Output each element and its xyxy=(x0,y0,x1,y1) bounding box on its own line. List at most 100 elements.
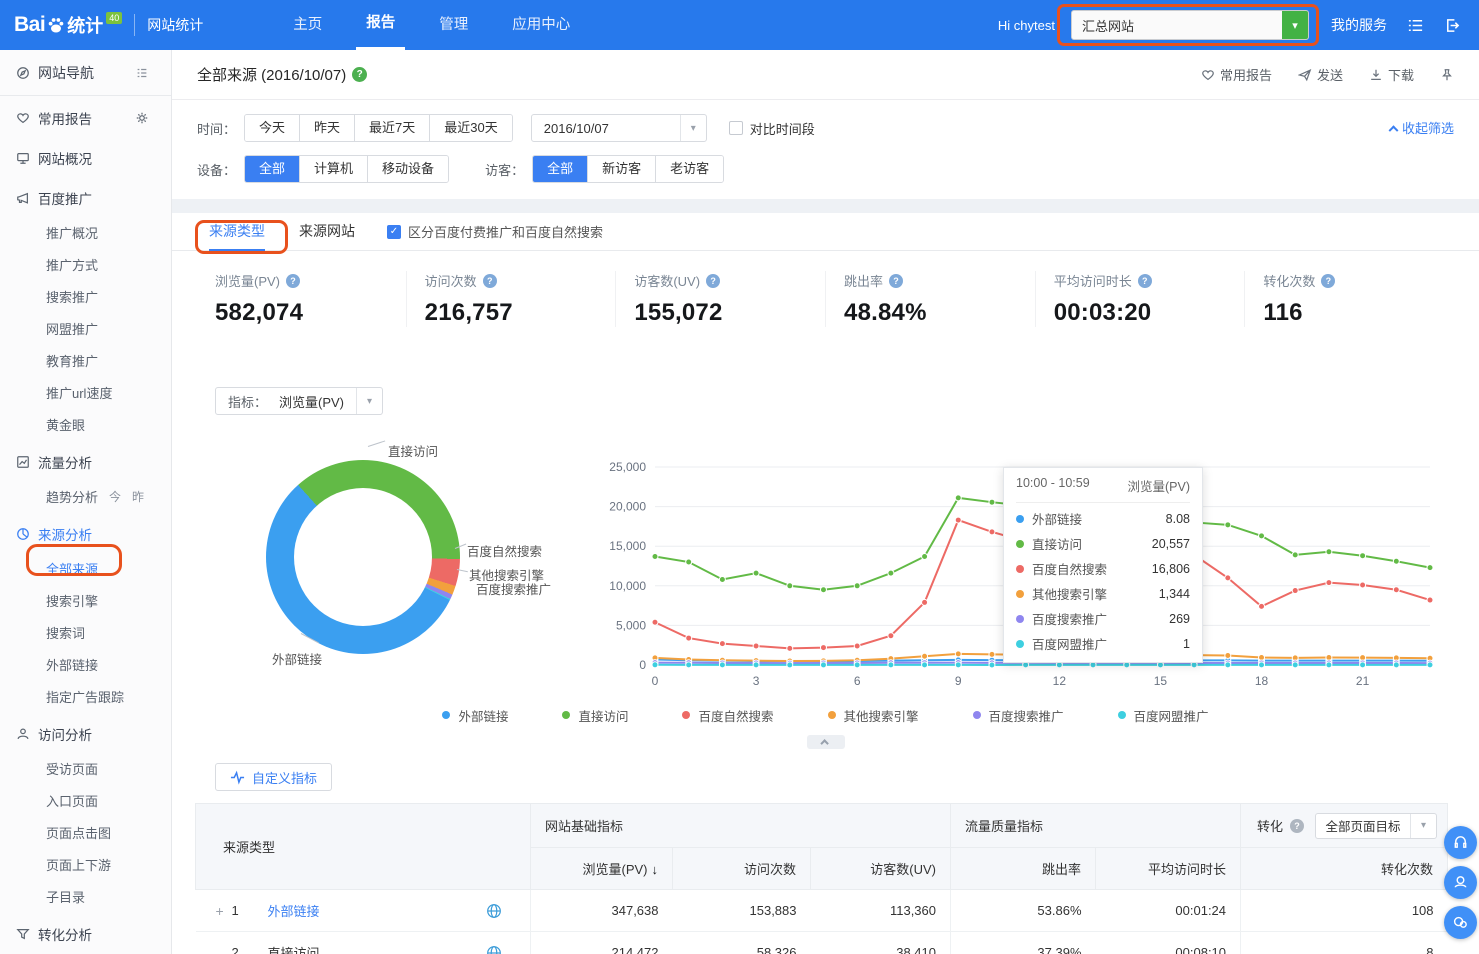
time-option-yesterday[interactable]: 昨天 xyxy=(299,115,354,141)
time-option-30days[interactable]: 最近30天 xyxy=(429,115,511,141)
col-conversions[interactable]: 转化次数 xyxy=(1241,848,1448,890)
sidebar-item-site-overview[interactable]: 网站概况 xyxy=(0,140,171,176)
checkbox-checked[interactable] xyxy=(387,225,401,239)
legend-other-search[interactable]: 其他搜索引擎 xyxy=(828,706,919,725)
device-option-all[interactable]: 全部 xyxy=(245,156,299,182)
pin-report-button[interactable] xyxy=(1440,68,1454,82)
sidebar-item-label: 访问分析 xyxy=(38,724,92,744)
sidebar-item-favorites[interactable]: 常用报告 xyxy=(0,100,171,136)
send-report-button[interactable]: 发送 xyxy=(1298,65,1343,84)
source-link[interactable]: 外部链接 xyxy=(268,901,320,920)
sidebar-item-conversion-analysis[interactable]: 转化分析 xyxy=(0,916,171,952)
col-avg-duration[interactable]: 平均访问时长 xyxy=(1096,848,1241,890)
collapse-chart-button[interactable] xyxy=(807,735,845,749)
sidebar-item-search-terms[interactable]: 搜索词 xyxy=(0,616,171,648)
sidebar-item-external-links[interactable]: 外部链接 xyxy=(0,648,171,680)
baidu-logo[interactable]: Bai 统计 40 xyxy=(0,12,122,38)
sidebar-item-promo-url-speed[interactable]: 推广url速度 xyxy=(0,376,171,408)
legend-external[interactable]: 外部链接 xyxy=(442,706,508,725)
sidebar-item-promo-method[interactable]: 推广方式 xyxy=(0,248,171,280)
sidebar-item-page-flow[interactable]: 页面上下游 xyxy=(0,848,171,880)
sidebar-item-subdirectory[interactable]: 子目录 xyxy=(0,880,171,912)
sidebar-item-source-analysis[interactable]: 来源分析 xyxy=(0,516,171,552)
visitor-option-all[interactable]: 全部 xyxy=(533,156,587,182)
collapse-sidebar-icon[interactable] xyxy=(135,66,149,80)
col-uv[interactable]: 访客数(UV) xyxy=(811,848,951,890)
trend-yesterday-link[interactable]: 昨 xyxy=(132,488,144,505)
series-dot xyxy=(973,711,981,719)
source-share-donut-chart[interactable] xyxy=(266,460,460,654)
my-services-link[interactable]: 我的服务 xyxy=(1331,15,1387,35)
device-option-mobile[interactable]: 移动设备 xyxy=(367,156,448,182)
conversion-goal-select[interactable]: 全部页面目标 ▾ xyxy=(1315,813,1437,839)
download-report-button[interactable]: 下载 xyxy=(1369,65,1414,84)
help-icon[interactable]: ? xyxy=(889,274,903,288)
title-help-icon[interactable]: ? xyxy=(352,67,367,82)
date-picker[interactable]: 2016/10/07 ▾ xyxy=(531,114,707,142)
help-icon[interactable]: ? xyxy=(1321,274,1335,288)
help-icon[interactable]: ? xyxy=(706,274,720,288)
site-selector[interactable]: 汇总网站 ▾ xyxy=(1071,10,1309,40)
help-icon[interactable]: ? xyxy=(1290,819,1304,833)
sidebar-item-trend-analysis[interactable]: 趋势分析 今 昨 xyxy=(0,480,171,512)
svg-text:5,000: 5,000 xyxy=(616,618,646,632)
compare-period-checkbox[interactable]: 对比时间段 xyxy=(729,119,815,138)
site-selector-caret-icon[interactable]: ▾ xyxy=(1282,10,1308,40)
sidebar-item-ad-tracking[interactable]: 指定广告跟踪 xyxy=(0,680,171,712)
sidebar-item-search-engines[interactable]: 搜索引擎 xyxy=(0,584,171,616)
globe-icon[interactable] xyxy=(486,903,502,919)
sidebar-item-all-sources[interactable]: 全部来源 xyxy=(0,552,171,584)
legend-direct[interactable]: 直接访问 xyxy=(562,706,628,725)
expand-row-icon[interactable]: + xyxy=(216,903,232,919)
distinguish-checkbox[interactable]: 区分百度付费推广和百度自然搜索 xyxy=(387,222,603,241)
globe-icon[interactable] xyxy=(486,945,502,954)
gear-icon[interactable] xyxy=(135,111,149,125)
sidebar-item-baidu-promo[interactable]: 百度推广 xyxy=(0,180,171,216)
sidebar-item-search-promo[interactable]: 搜索推广 xyxy=(0,280,171,312)
svg-text:15: 15 xyxy=(1154,674,1168,688)
col-pv-sortable[interactable]: 浏览量(PV)↓ xyxy=(531,848,673,890)
help-icon[interactable]: ? xyxy=(483,274,497,288)
sidebar-item-edu-promo[interactable]: 教育推广 xyxy=(0,344,171,376)
tab-source-type[interactable]: 来源类型 xyxy=(209,213,265,251)
nav-home[interactable]: 主页 xyxy=(283,0,332,50)
chart-metric-select[interactable]: 指标： 浏览量(PV) ▾ xyxy=(215,387,383,415)
sort-desc-icon: ↓ xyxy=(652,862,659,877)
metric-avg-duration: 平均访问时长? 00:03:20 xyxy=(1035,271,1245,327)
help-icon[interactable]: ? xyxy=(286,274,300,288)
visitor-option-returning[interactable]: 老访客 xyxy=(655,156,723,182)
favorite-report-button[interactable]: 常用报告 xyxy=(1201,65,1272,84)
sidebar-item-network-promo[interactable]: 网盟推广 xyxy=(0,312,171,344)
col-visits[interactable]: 访问次数 xyxy=(673,848,811,890)
device-option-pc[interactable]: 计算机 xyxy=(299,156,367,182)
checkbox-unchecked[interactable] xyxy=(729,121,743,135)
legend-organic[interactable]: 百度自然搜索 xyxy=(682,706,773,725)
collapse-filter-button[interactable]: 收起筛选 xyxy=(1390,118,1454,137)
sidebar-item-traffic-analysis[interactable]: 流量分析 xyxy=(0,444,171,480)
nav-report[interactable]: 报告 xyxy=(356,0,405,50)
trend-today-link[interactable]: 今 xyxy=(109,488,121,505)
logout-icon[interactable] xyxy=(1444,17,1461,34)
custom-metric-button[interactable]: 自定义指标 xyxy=(215,763,332,791)
sidebar-item-page-click-map[interactable]: 页面点击图 xyxy=(0,816,171,848)
time-option-7days[interactable]: 最近7天 xyxy=(354,115,429,141)
sidebar-item-golden-eye[interactable]: 黄金眼 xyxy=(0,408,171,440)
wechat-service-button[interactable] xyxy=(1444,906,1477,939)
sidebar-item-entry-pages[interactable]: 入口页面 xyxy=(0,784,171,816)
headset-service-button[interactable] xyxy=(1444,826,1477,859)
qq-service-button[interactable] xyxy=(1444,866,1477,899)
tab-source-site[interactable]: 来源网站 xyxy=(299,213,355,251)
sidebar-item-visited-pages[interactable]: 受访页面 xyxy=(0,752,171,784)
time-option-today[interactable]: 今天 xyxy=(245,115,299,141)
sidebar-item-promo-overview[interactable]: 推广概况 xyxy=(0,216,171,248)
nav-manage[interactable]: 管理 xyxy=(429,0,478,50)
nav-appcenter[interactable]: 应用中心 xyxy=(502,0,580,50)
source-data-table: 来源类型 网站基础指标 流量质量指标 转化 ? 全部页面目标 ▾ 浏览量(PV)… xyxy=(195,803,1448,954)
legend-ppc[interactable]: 百度搜索推广 xyxy=(973,706,1064,725)
legend-ad-network[interactable]: 百度网盟推广 xyxy=(1118,706,1209,725)
help-icon[interactable]: ? xyxy=(1138,274,1152,288)
sidebar-item-visit-analysis[interactable]: 访问分析 xyxy=(0,716,171,752)
visitor-option-new[interactable]: 新访客 xyxy=(587,156,655,182)
col-bounce[interactable]: 跳出率 xyxy=(951,848,1096,890)
list-menu-icon[interactable] xyxy=(1407,17,1424,34)
